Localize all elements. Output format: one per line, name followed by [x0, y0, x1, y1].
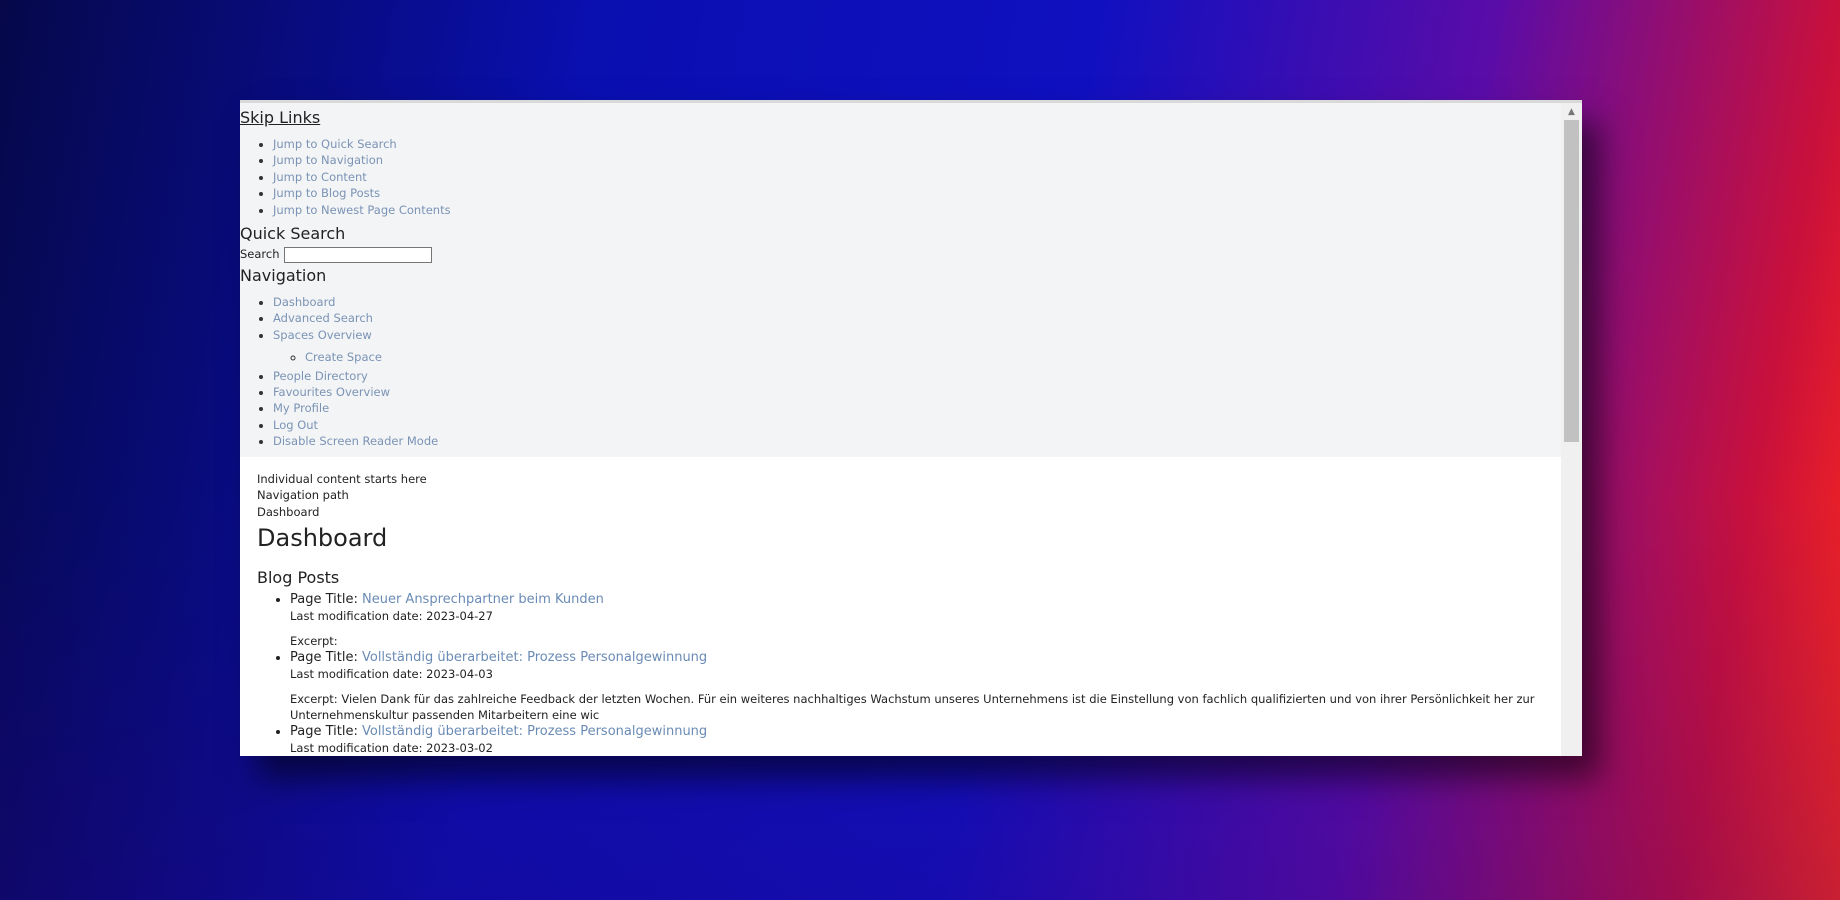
skip-links-heading[interactable]: Skip Links — [240, 107, 1561, 129]
skip-link-blog-posts[interactable]: Jump to Blog Posts — [273, 186, 380, 200]
list-item: Jump to Content — [273, 169, 1561, 185]
accessibility-header: Skip Links Jump to Quick Search Jump to … — [240, 103, 1561, 457]
skip-links-list: Jump to Quick Search Jump to Navigation … — [240, 136, 1561, 218]
nav-my-profile[interactable]: My Profile — [273, 401, 329, 415]
post-title-link[interactable]: Vollständig überarbeitet: Prozess Person… — [362, 650, 707, 665]
title-prefix: Page Title: — [290, 650, 358, 666]
nav-dashboard[interactable]: Dashboard — [273, 295, 335, 309]
blog-posts-heading: Blog Posts — [257, 568, 340, 588]
content-start-text: Individual content starts here — [257, 471, 427, 486]
spaces-sublist: Create Space — [273, 349, 1561, 365]
post-modified-date: Last modification date: 2023-04-03 — [290, 667, 493, 682]
title-prefix: Page Title: — [290, 724, 358, 740]
blog-post-item: Page Title: Vollständig überarbeitet: Pr… — [290, 723, 1561, 756]
post-title-link[interactable]: Neuer Ansprechpartner beim Kunden — [362, 592, 604, 607]
blog-post-item: Page Title: Neuer Ansprechpartner beim K… — [290, 591, 1561, 649]
post-title-row: Page Title: Neuer Ansprechpartner beim K… — [290, 591, 1561, 608]
skip-link-quick-search[interactable]: Jump to Quick Search — [273, 137, 397, 151]
list-item: Log Out — [273, 417, 1561, 433]
blog-post-item: Page Title: Vollständig überarbeitet: Pr… — [290, 649, 1561, 723]
post-excerpt: Excerpt: — [290, 634, 338, 649]
list-item: Disable Screen Reader Mode — [273, 433, 1561, 449]
page-title: Dashboard — [257, 524, 388, 553]
list-item: Advanced Search — [273, 310, 1561, 326]
quick-search-heading: Quick Search — [240, 224, 346, 244]
scroll-up-arrow-icon[interactable]: ▲ — [1561, 105, 1582, 119]
post-excerpt: Excerpt: Vielen Dank für das zahlreiche … — [290, 692, 1535, 723]
main-content: Individual content starts here Navigatio… — [240, 457, 1561, 756]
search-row: Search — [240, 245, 1561, 263]
nav-log-out[interactable]: Log Out — [273, 418, 318, 432]
skip-link-navigation[interactable]: Jump to Navigation — [273, 153, 383, 167]
search-label: Search — [240, 247, 280, 262]
post-title-row: Page Title: Vollständig überarbeitet: Pr… — [290, 649, 1561, 666]
post-modified-date: Last modification date: 2023-04-27 — [290, 609, 493, 624]
title-prefix: Page Title: — [290, 592, 358, 608]
list-item: Favourites Overview — [273, 384, 1561, 400]
list-item: Dashboard — [273, 294, 1561, 310]
list-item: Create Space — [305, 349, 1561, 365]
navigation-list: Dashboard Advanced Search Spaces Overvie… — [240, 294, 1561, 450]
list-item: Jump to Quick Search — [273, 136, 1561, 152]
vertical-scrollbar[interactable]: ▲ — [1561, 103, 1582, 756]
nav-people-directory[interactable]: People Directory — [273, 369, 368, 383]
post-modified-date: Last modification date: 2023-03-02 — [290, 741, 493, 756]
list-item: Jump to Navigation — [273, 152, 1561, 168]
search-input[interactable] — [284, 246, 433, 263]
page-viewport: Skip Links Jump to Quick Search Jump to … — [240, 103, 1561, 756]
browser-window: Skip Links Jump to Quick Search Jump to … — [240, 100, 1582, 756]
nav-disable-screen-reader-mode[interactable]: Disable Screen Reader Mode — [273, 434, 438, 448]
navigation-path-label: Navigation path — [257, 488, 349, 503]
breadcrumb: Dashboard — [257, 504, 320, 519]
list-item: Spaces Overview Create Space — [273, 327, 1561, 366]
navigation-heading: Navigation — [240, 266, 327, 286]
skip-link-content[interactable]: Jump to Content — [273, 170, 367, 184]
skip-link-newest-page-contents[interactable]: Jump to Newest Page Contents — [273, 203, 451, 217]
list-item: People Directory — [273, 368, 1561, 384]
post-title-link[interactable]: Vollständig überarbeitet: Prozess Person… — [362, 724, 707, 739]
blog-posts-list: Page Title: Neuer Ansprechpartner beim K… — [257, 591, 1561, 756]
list-item: Jump to Newest Page Contents — [273, 202, 1561, 218]
nav-advanced-search[interactable]: Advanced Search — [273, 311, 373, 325]
nav-create-space[interactable]: Create Space — [305, 350, 382, 364]
nav-favourites-overview[interactable]: Favourites Overview — [273, 385, 390, 399]
nav-spaces-overview[interactable]: Spaces Overview — [273, 328, 372, 342]
list-item: My Profile — [273, 400, 1561, 416]
list-item: Jump to Blog Posts — [273, 185, 1561, 201]
scrollbar-thumb[interactable] — [1564, 120, 1579, 442]
post-title-row: Page Title: Vollständig überarbeitet: Pr… — [290, 723, 1561, 740]
